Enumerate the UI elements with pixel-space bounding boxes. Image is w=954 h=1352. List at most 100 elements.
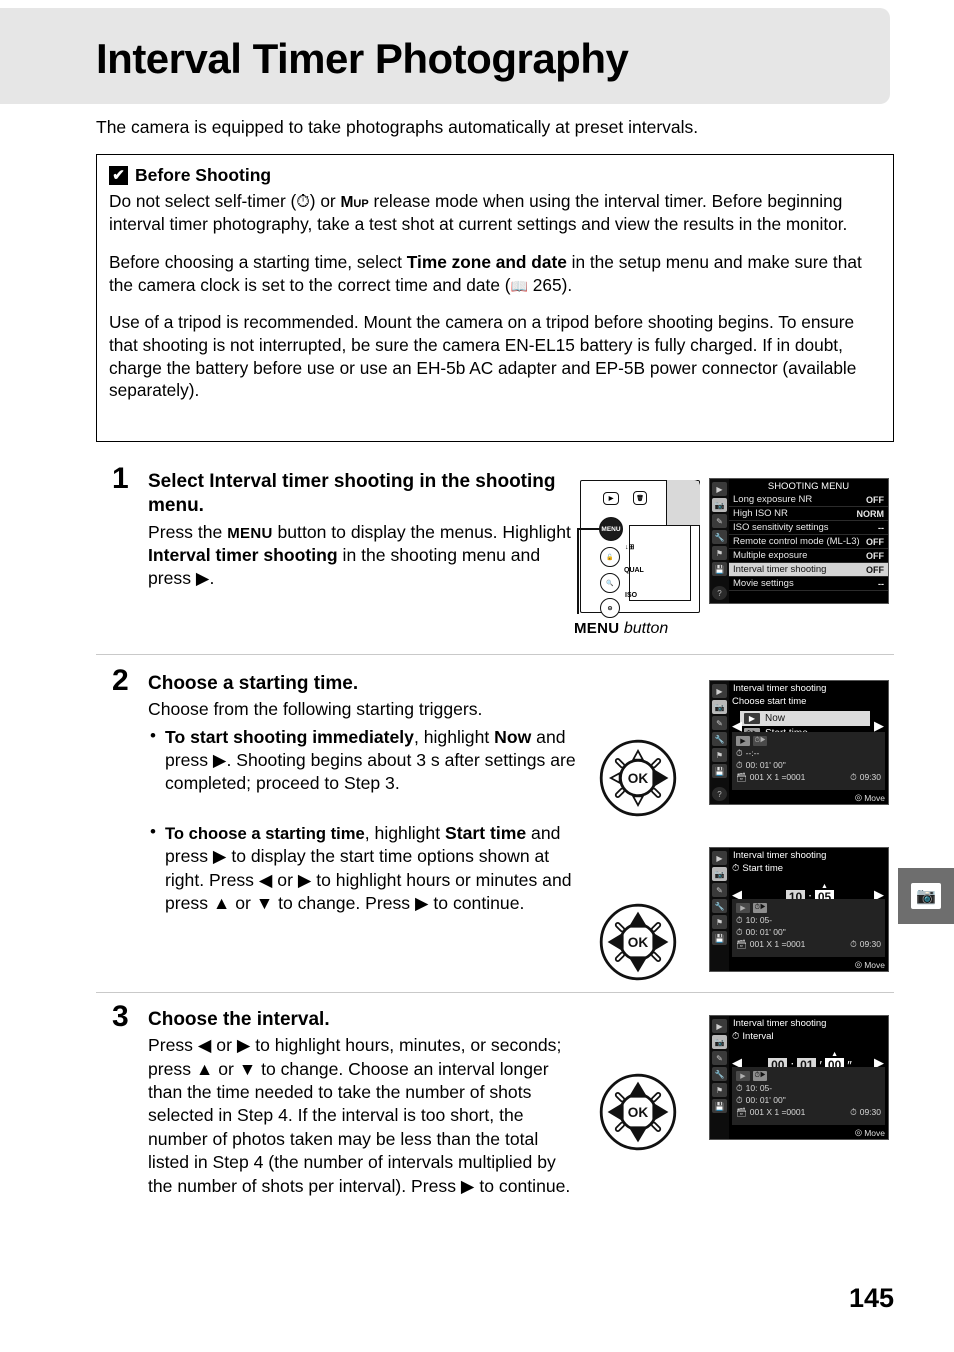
s3-a: Press: [148, 1035, 198, 1056]
flag-icon[interactable]: ⚑: [712, 546, 727, 560]
s1-b-bold: Interval timer shooting: [148, 545, 338, 566]
camera-icon[interactable]: 📷: [712, 700, 727, 714]
menu-button-label: MENU: [227, 524, 273, 542]
step-2-heading: Choose a starting time.: [148, 673, 359, 694]
camera-icon[interactable]: 📷: [712, 498, 727, 512]
screen-footer: ◎ Move: [855, 1127, 885, 1138]
step-1-number: 1: [112, 462, 129, 495]
pencil-icon[interactable]: ✎: [712, 514, 727, 528]
frames-icon: 🗃: [736, 771, 747, 782]
info-interval-row: ⏱ 00: 01' 00": [736, 759, 881, 771]
table-row[interactable]: High ISO NR NORM: [729, 507, 888, 521]
delete-button-icon: 🗑: [633, 491, 647, 505]
info-starttime-row: ⏱ 10: 05-: [736, 1082, 881, 1094]
frames-icon: 🗃: [736, 938, 747, 949]
shots-value: 001 X 1 =0001: [749, 772, 806, 782]
footer-label: Move: [864, 959, 885, 970]
clock-icon: ⏱: [850, 1106, 857, 1117]
footer-label: Move: [864, 792, 885, 803]
s1-b-a: Press the: [148, 521, 228, 542]
down-arrow-icon: ▼: [255, 893, 274, 914]
wrench-icon[interactable]: 🔧: [712, 732, 727, 746]
self-timer-icon: ⏱: [296, 191, 310, 211]
now-label: Now: [494, 726, 532, 747]
list-item: To start shooting immediately, highlight…: [148, 725, 578, 796]
wrench-icon[interactable]: 🔧: [712, 1067, 727, 1081]
clock-icon: ⏱: [850, 771, 857, 782]
step-2-bullets: To start shooting immediately, highlight…: [148, 725, 578, 916]
shooting-menu-screen: ▶ 📷 ✎ 🔧 ⚑ 💾 ? SHOOTING MENU Long exposur…: [709, 478, 889, 604]
bullet-c: . Shooting begins about 3 s after settin…: [165, 750, 576, 794]
bullet-lead: To choose a starting time: [165, 823, 365, 843]
save-icon[interactable]: 💾: [712, 931, 727, 945]
table-row-selected[interactable]: Interval timer shooting OFF: [729, 563, 888, 577]
row-label: High ISO NR: [733, 508, 788, 519]
step-1-heading: Select Interval timer shooting in the sh…: [148, 470, 578, 519]
menu-button-icon: MENU: [599, 517, 623, 541]
pencil-icon[interactable]: ✎: [712, 1051, 727, 1065]
playback-icon[interactable]: ▶: [712, 1019, 727, 1033]
right-arrow-icon: ▶: [212, 750, 227, 771]
menu-sidebar: ▶ 📷 ✎ 🔧 ⚑ 💾: [710, 848, 729, 971]
clock-icon: ⏱: [850, 938, 857, 949]
up-arrow-icon: ▲: [195, 1058, 214, 1079]
row-value: NORM: [856, 508, 885, 519]
pencil-icon[interactable]: ✎: [712, 716, 727, 730]
save-icon[interactable]: 💾: [712, 562, 727, 576]
info-panel: ▶ ⏱▶ ⏱ 10: 05- ⏱ 00: 01' 00" 🗃 001 X 1 =0001…: [732, 899, 885, 957]
help-icon[interactable]: ?: [712, 586, 727, 600]
playback-icon[interactable]: ▶: [712, 482, 727, 496]
right-arrow-icon[interactable]: ▶: [874, 719, 884, 732]
screen-subhead: ⏱ Interval: [732, 1031, 774, 1042]
start-time-badge: ⏱▶: [753, 1071, 767, 1081]
frames-icon: 🗃: [736, 1106, 747, 1117]
wrench-icon[interactable]: 🔧: [712, 530, 727, 544]
interval-icon: ⏱: [736, 1094, 743, 1105]
pencil-icon[interactable]: ✎: [712, 883, 727, 897]
right-arrow-icon: ▶: [460, 1175, 475, 1196]
table-row[interactable]: ISO sensitivity settings --: [729, 521, 888, 535]
camera-icon[interactable]: 📷: [712, 1035, 727, 1049]
playback-button-icon: ▶: [603, 492, 619, 505]
caption-italic: button: [619, 620, 669, 637]
option-now[interactable]: ▶ Now: [740, 711, 870, 726]
chapter-side-tab: 📷: [898, 868, 954, 924]
qual-label: QUAL: [624, 567, 644, 574]
row-value: OFF: [866, 536, 884, 547]
help-icon[interactable]: ?: [712, 787, 727, 801]
protect-button-icon: 🔓: [600, 547, 620, 567]
callout-paragraph-1: Do not select self-timer (⏱) or Mup rele…: [109, 190, 881, 236]
table-row[interactable]: Remote control mode (ML-L3) OFF: [729, 535, 888, 549]
table-row[interactable]: Movie settings --: [729, 577, 888, 591]
camera-shooting-menu-icon: 📷: [911, 883, 941, 909]
multiselector-icon: ◎: [854, 792, 863, 802]
left-arrow-icon[interactable]: ◀: [732, 719, 742, 732]
table-row[interactable]: Multiple exposure OFF: [729, 549, 888, 563]
b2-label: ↓⊞: [625, 544, 635, 551]
camera-icon[interactable]: 📷: [712, 867, 727, 881]
zoom-in-button-icon: 🔍: [600, 573, 620, 593]
clock-icon: ⏱: [736, 914, 743, 925]
starttime-value: --:--: [745, 748, 760, 758]
flag-icon[interactable]: ⚑: [712, 748, 727, 762]
save-icon[interactable]: 💾: [712, 1099, 727, 1113]
camera-lcd-screen: [629, 525, 691, 601]
right-arrow-icon: ▶: [195, 568, 210, 589]
flag-icon[interactable]: ⚑: [712, 1083, 727, 1097]
multi-selector-all-directions-icon: OK: [599, 1073, 677, 1151]
menu-sidebar: ▶ 📷 ✎ 🔧 ⚑ 💾 ?: [710, 479, 729, 603]
s1-b-b: button to display the menus. Highlight: [272, 521, 571, 542]
camera-back-figure: ▶ 🗑 MENU 🔓 🔍 ⊝ ↓⊞ QUAL ISO MENU button: [574, 480, 700, 637]
table-row[interactable]: Long exposure NR OFF: [729, 493, 888, 507]
wrench-icon[interactable]: 🔧: [712, 899, 727, 913]
playback-icon[interactable]: ▶: [712, 684, 727, 698]
s1-head-a: Select: [148, 471, 210, 492]
row-label: ISO sensitivity settings: [733, 522, 829, 533]
playback-icon[interactable]: ▶: [712, 851, 727, 865]
row-label: Interval timer shooting: [733, 564, 827, 575]
info-panel: ▶ ⏱▶ ⏱ --:-- ⏱ 00: 01' 00" 🗃 001 X 1 =0001 ⏱ 0…: [732, 732, 885, 790]
row-value: OFF: [866, 550, 884, 561]
flag-icon[interactable]: ⚑: [712, 915, 727, 929]
save-icon[interactable]: 💾: [712, 764, 727, 778]
bullet-h: to continue.: [428, 893, 525, 914]
